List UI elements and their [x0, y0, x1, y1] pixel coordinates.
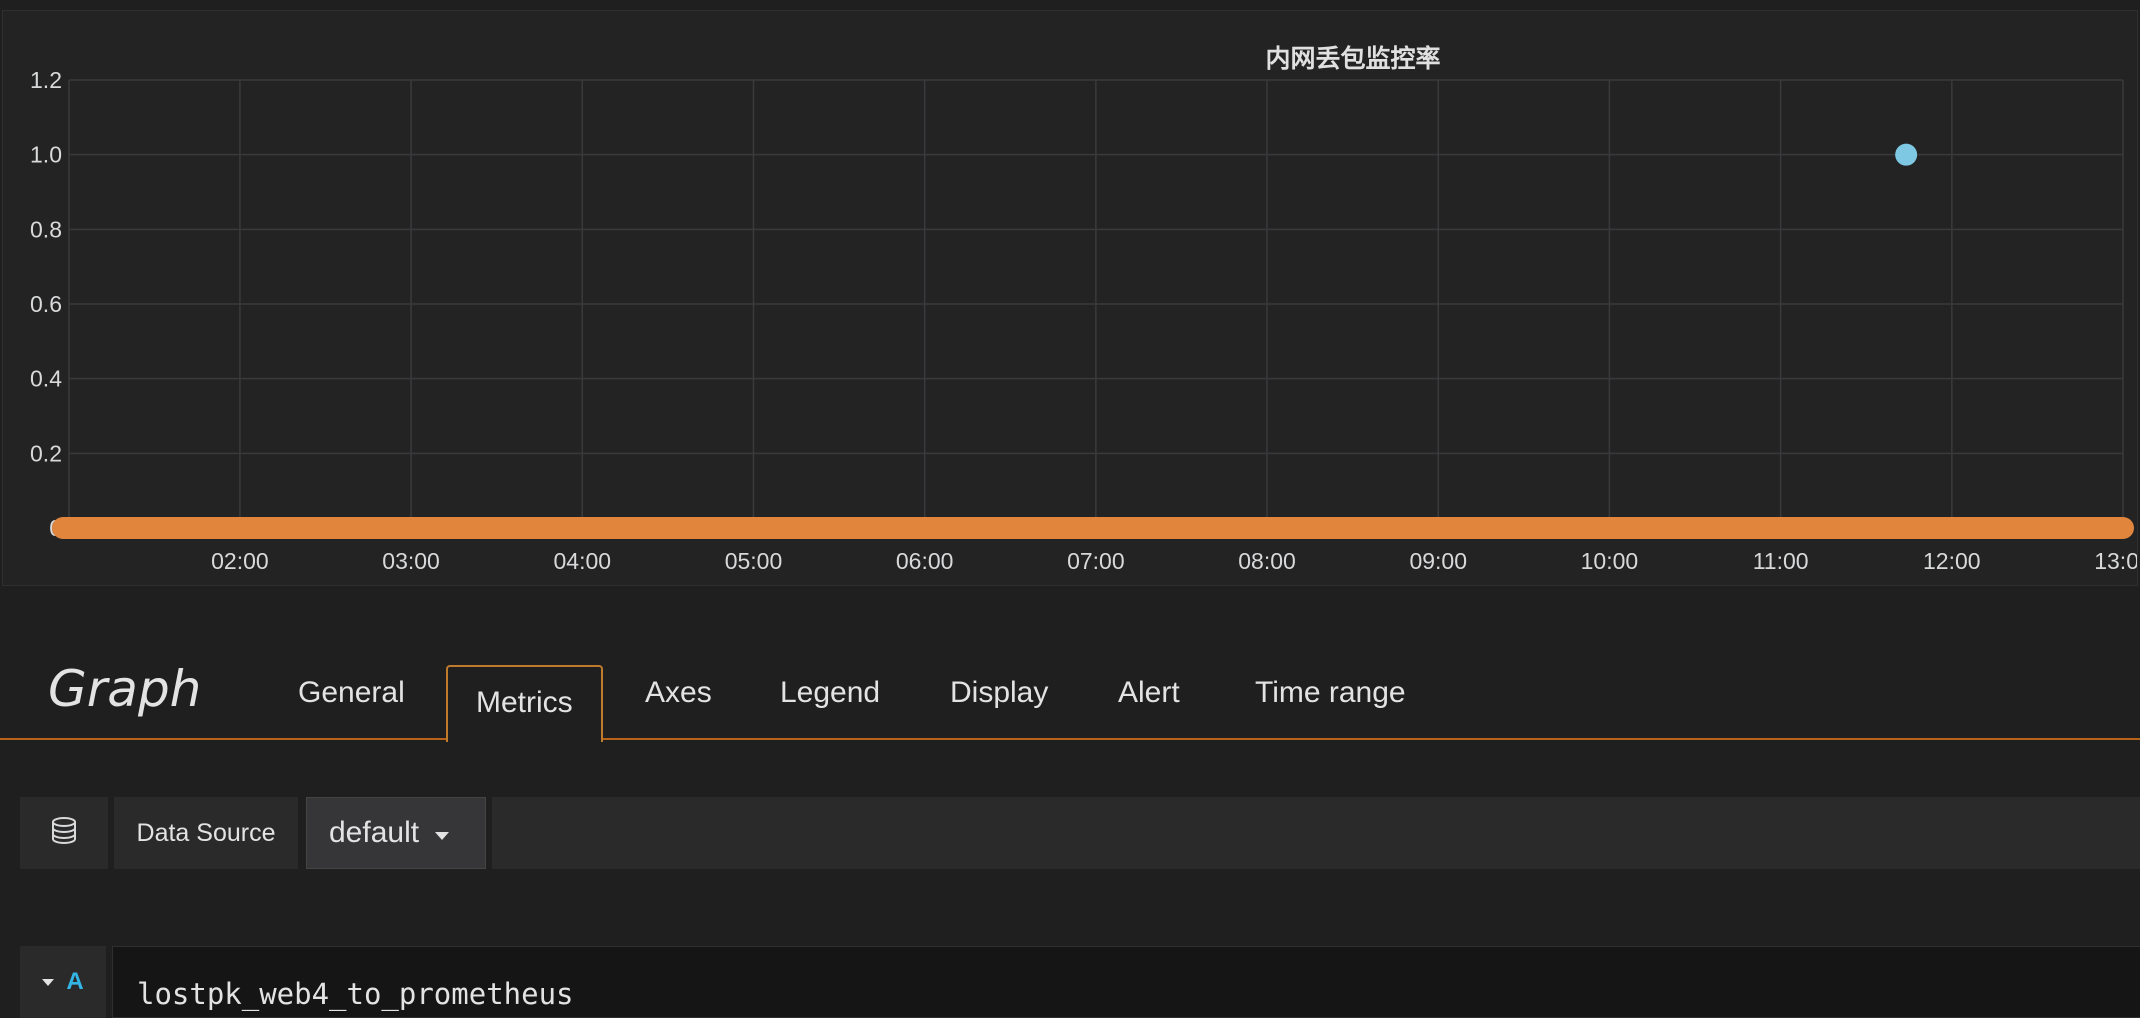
- datasource-label: Data Source: [114, 797, 298, 869]
- y-tick-label: 0.4: [30, 366, 62, 392]
- y-tick-label: 0.2: [30, 440, 62, 466]
- query-ref-id: A: [66, 968, 84, 995]
- editor-title: Graph: [48, 660, 202, 718]
- x-tick-label: 02:00: [211, 548, 269, 574]
- y-tick-label: 0.6: [30, 291, 62, 317]
- graph-panel: 内网丢包监控率 00.20.40.60.81.01.202:0003:0004:…: [2, 10, 2138, 586]
- datasource-row-filler: [492, 797, 2140, 869]
- tab-display[interactable]: Display: [922, 665, 1076, 740]
- datasource-select[interactable]: default: [306, 797, 486, 869]
- grafana-panel-editor: 内网丢包监控率 00.20.40.60.81.01.202:0003:0004:…: [0, 0, 2140, 1018]
- query-ref-toggle[interactable]: A: [20, 946, 106, 1018]
- series-1-point: [1895, 143, 1918, 166]
- chart-svg: 00.20.40.60.81.01.202:0003:0004:0005:000…: [30, 67, 2137, 574]
- collapse-caret-icon: [42, 978, 55, 986]
- tab-legend[interactable]: Legend: [752, 665, 908, 740]
- x-tick-label: 09:00: [1409, 548, 1467, 574]
- x-tick-label: 13:00: [2094, 548, 2137, 574]
- tab-time-range[interactable]: Time range: [1227, 665, 1434, 740]
- datasource-icon-box: [20, 797, 108, 869]
- tab-metrics[interactable]: Metrics: [446, 665, 603, 742]
- database-icon: [51, 816, 77, 850]
- caret-down-icon: [435, 832, 450, 840]
- tab-axes[interactable]: Axes: [617, 665, 740, 740]
- x-tick-label: 11:00: [1753, 548, 1809, 574]
- x-tick-label: 08:00: [1238, 548, 1296, 574]
- x-tick-label: 07:00: [1067, 548, 1125, 574]
- x-tick-label: 06:00: [896, 548, 954, 574]
- query-row: A lostpk_web4_to_prometheus: [20, 946, 2140, 1018]
- query-expression-input[interactable]: lostpk_web4_to_prometheus: [112, 946, 2140, 1018]
- y-tick-label: 1.0: [30, 142, 62, 168]
- x-tick-label: 10:00: [1581, 548, 1639, 574]
- datasource-row: Data Source default: [20, 797, 2140, 869]
- tab-alert[interactable]: Alert: [1090, 665, 1208, 740]
- datasource-selected-value: default: [329, 816, 420, 849]
- x-tick-label: 03:00: [382, 548, 440, 574]
- tabs-underline: [0, 738, 2140, 740]
- x-tick-label: 05:00: [725, 548, 783, 574]
- y-tick-label: 0.8: [30, 216, 62, 242]
- tab-general[interactable]: General: [270, 665, 433, 740]
- y-tick-label: 1.2: [30, 67, 62, 93]
- x-tick-label: 12:00: [1923, 548, 1981, 574]
- x-tick-label: 04:00: [553, 548, 611, 574]
- editor-header: Graph General Metrics Axes Legend Displa…: [0, 640, 2140, 742]
